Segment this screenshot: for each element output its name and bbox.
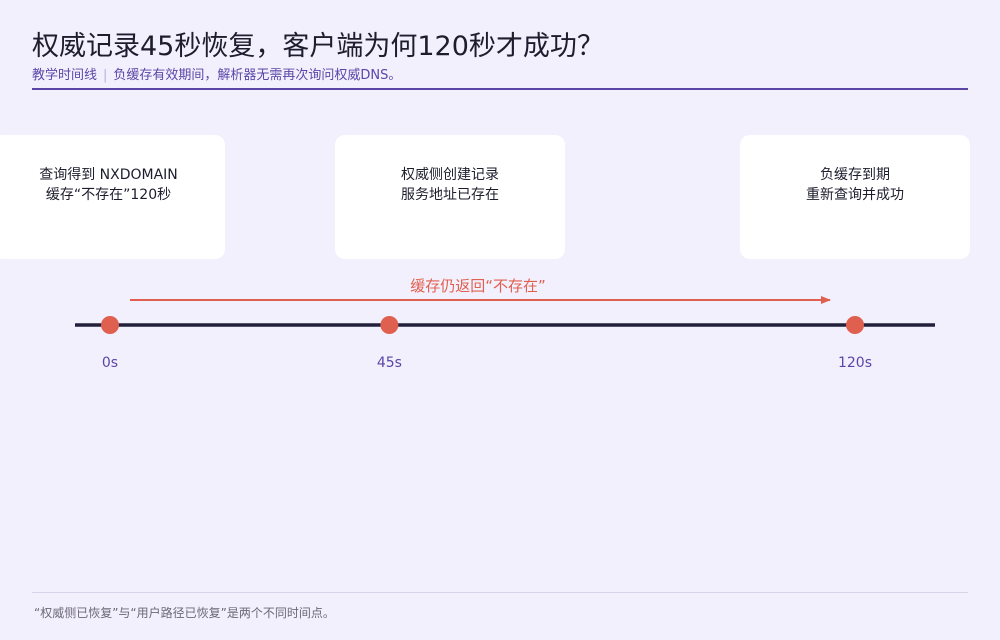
arrow-label: 缓存仍返回“不存在” (410, 277, 546, 295)
timeline-marker (846, 316, 864, 334)
timeline-marker (380, 316, 399, 334)
subtitle: 教学时间线 | 负缓存有效期间，解析器无需再次询问权威DNS。 (32, 64, 401, 83)
event-card-line: 缓存“不存在”120秒 (45, 187, 172, 203)
event-card-cache-expired: 负缓存到期 重新查询并成功 (740, 135, 970, 259)
timeline: 缓存仍返回“不存在” 0s 45s 120s (75, 277, 935, 371)
subtitle-tag: 教学时间线 (32, 68, 98, 83)
footnote: “权威侧已恢复”与“用户路径已恢复”是两个不同时间点。 (34, 606, 335, 620)
subtitle-text: 负缓存有效期间，解析器无需再次询问权威DNS。 (113, 68, 402, 83)
event-card-line: 权威侧创建记录 (401, 167, 499, 183)
timeline-tick-label: 45s (377, 355, 402, 371)
timeline-tick-label: 0s (102, 355, 118, 371)
footer-divider (32, 592, 968, 593)
event-card-line: 负缓存到期 (820, 167, 890, 183)
event-card-line: 重新查询并成功 (806, 187, 904, 203)
timeline-tick-label: 120s (838, 355, 872, 371)
header-divider (32, 88, 968, 90)
subtitle-separator: | (103, 68, 108, 83)
page-title: 权威记录45秒恢复，客户端为何120秒才成功？ (32, 31, 604, 62)
event-card-nxdomain: 查询得到 NXDOMAIN 缓存“不存在”120秒 (0, 135, 225, 259)
event-card-record-created: 权威侧创建记录 服务地址已存在 (335, 135, 565, 259)
timeline-marker (101, 316, 119, 334)
event-card-line: 查询得到 NXDOMAIN (39, 167, 178, 183)
event-card-line: 服务地址已存在 (401, 187, 499, 203)
